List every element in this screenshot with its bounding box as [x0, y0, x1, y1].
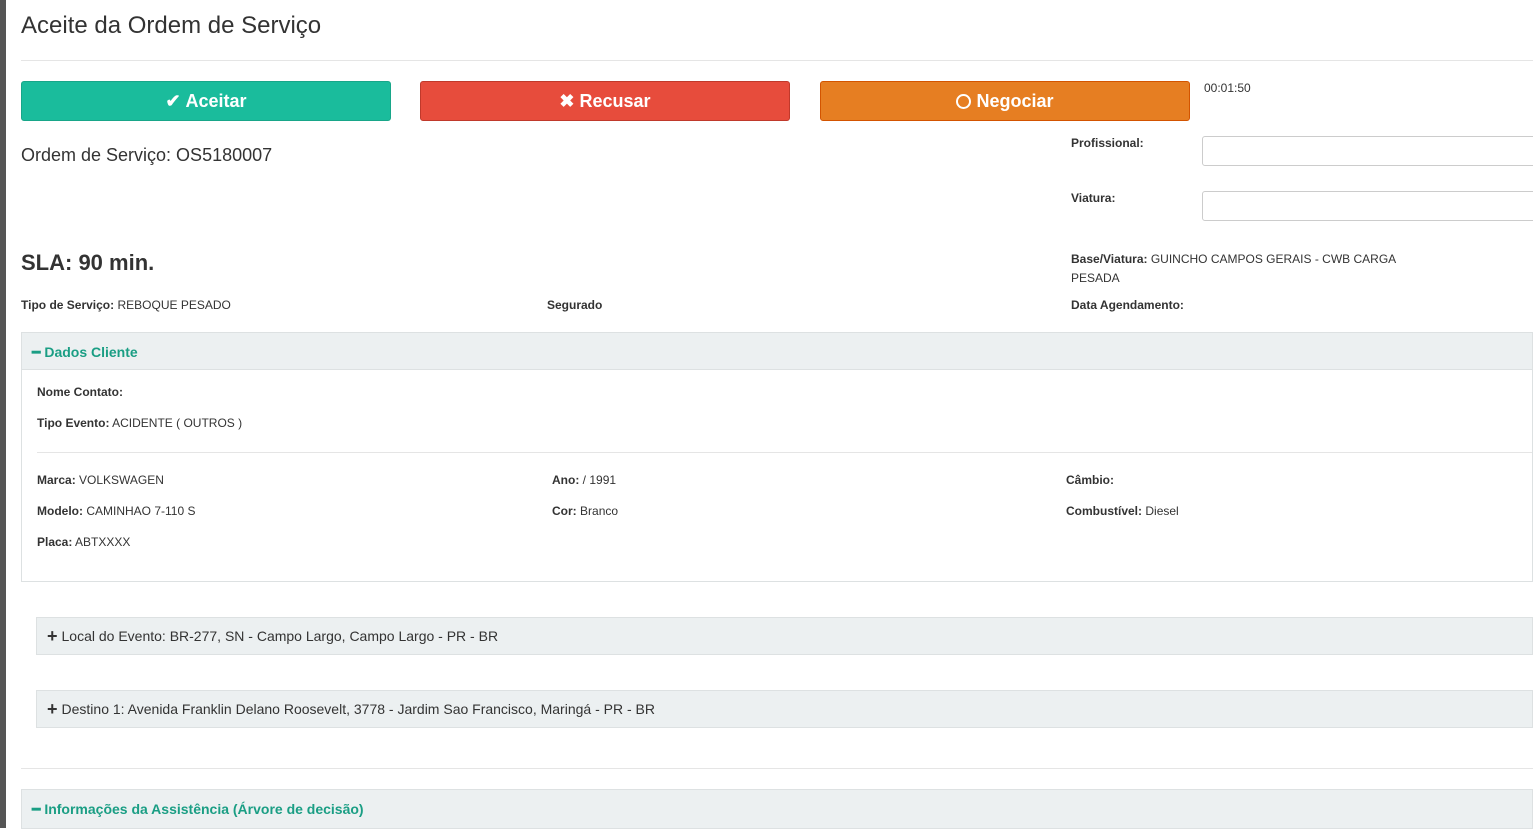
divider: [37, 452, 1532, 453]
tipo-servico-value: REBOQUE PESADO: [117, 298, 231, 312]
local-evento-text: Local do Evento: BR-277, SN - Campo Larg…: [61, 628, 499, 644]
negotiate-button[interactable]: Negociar: [820, 81, 1190, 121]
base-label: Base/Viatura:: [1071, 252, 1148, 266]
background-page: [0, 0, 6, 828]
dados-cliente-body: Nome Contato: Tipo Evento: ACIDENTE ( OU…: [21, 369, 1533, 582]
check-icon: ✔: [165, 90, 181, 111]
marca-value: VOLKSWAGEN: [79, 473, 164, 487]
modelo-value: CAMINHAO 7-110 S: [86, 504, 196, 518]
cor-value: Branco: [580, 504, 619, 518]
ano-value: / 1991: [582, 473, 617, 487]
ano-label: Ano:: [552, 473, 580, 487]
data-agendamento-label: Data Agendamento:: [1071, 298, 1184, 312]
clock-icon: [956, 93, 972, 109]
nome-contato-label: Nome Contato:: [37, 385, 123, 399]
tipo-evento-label: Tipo Evento:: [37, 416, 110, 430]
dados-cliente-title: Dados Cliente: [44, 344, 138, 360]
tipo-servico-label: Tipo de Serviço:: [21, 298, 115, 312]
profissional-input[interactable]: [1202, 136, 1533, 166]
refuse-label: Recusar: [579, 90, 651, 111]
segurado-label: Segurado: [547, 298, 603, 312]
timer: 00:01:50: [1204, 81, 1251, 95]
informacoes-title: Informações da Assistência (Árvore de de…: [44, 801, 364, 817]
placa-value: ABTXXXX: [75, 535, 131, 549]
destino-text: Destino 1: Avenida Franklin Delano Roose…: [61, 701, 655, 717]
accept-button[interactable]: ✔ Aceitar: [21, 81, 391, 121]
plus-icon: +: [47, 625, 58, 646]
negotiate-label: Negociar: [976, 90, 1054, 111]
cambio-label: Câmbio:: [1066, 473, 1114, 487]
divider: [21, 768, 1533, 769]
marca-label: Marca:: [37, 473, 76, 487]
refuse-button[interactable]: ✖ Recusar: [420, 81, 790, 121]
viatura-input[interactable]: [1202, 191, 1533, 221]
modal-title: Aceite da Ordem de Serviço: [21, 12, 322, 39]
plus-icon: +: [47, 698, 58, 719]
profissional-label: Profissional:: [1071, 136, 1144, 150]
cor-label: Cor:: [552, 504, 577, 518]
dados-cliente-header[interactable]: ━ Dados Cliente: [21, 332, 1533, 370]
destino-panel[interactable]: + Destino 1: Avenida Franklin Delano Roos…: [36, 690, 1533, 728]
combustivel-value: Diesel: [1145, 504, 1179, 518]
local-evento-panel[interactable]: + Local do Evento: BR-277, SN - Campo Lar…: [36, 617, 1533, 655]
combustivel-label: Combustível:: [1066, 504, 1143, 518]
viatura-label: Viatura:: [1071, 191, 1116, 205]
minus-icon: ━: [32, 344, 41, 360]
tipo-evento-value: ACIDENTE ( OUTROS ): [112, 416, 243, 430]
close-icon: ✖: [559, 90, 575, 111]
order-number: Ordem de Serviço: OS5180007: [21, 145, 273, 165]
accept-label: Aceitar: [185, 90, 247, 111]
sla: SLA: 90 min.: [21, 250, 155, 275]
placa-label: Placa:: [37, 535, 73, 549]
modelo-label: Modelo:: [37, 504, 83, 518]
minus-icon: ━: [32, 801, 41, 817]
informacoes-header[interactable]: ━ Informações da Assistência (Árvore de …: [21, 789, 1533, 829]
divider: [21, 60, 1533, 61]
